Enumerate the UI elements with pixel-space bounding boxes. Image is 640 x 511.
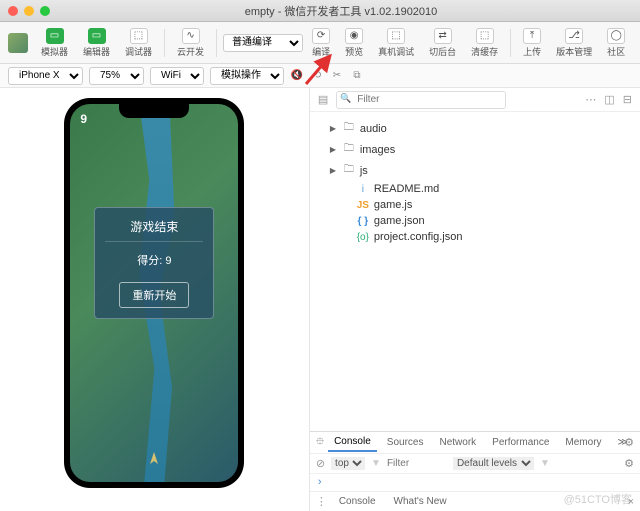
folder-icon: 🗀 bbox=[342, 120, 356, 137]
json-icon: { } bbox=[356, 216, 370, 227]
notch bbox=[119, 104, 189, 118]
preview-button[interactable]: ◉预览 bbox=[339, 26, 369, 60]
window-title: empty - 微信开发者工具 v1.02.1902010 bbox=[50, 3, 632, 19]
maximize-icon[interactable] bbox=[40, 6, 50, 16]
devtools-tabs: ⯐ Console Sources Network Performance Me… bbox=[310, 432, 640, 454]
folder-images[interactable]: ▶🗀images bbox=[310, 139, 640, 160]
js-icon: JS bbox=[356, 200, 370, 211]
split-icon[interactable]: ◫ bbox=[604, 93, 614, 106]
tab-console[interactable]: Console bbox=[328, 433, 377, 452]
game-screen[interactable]: 9 游戏结束 得分: 9 重新开始 bbox=[70, 104, 238, 482]
levels-select[interactable]: Default levels bbox=[453, 457, 534, 470]
avatar bbox=[8, 33, 28, 53]
upload-icon: ⤒ bbox=[523, 28, 541, 44]
sim-ops-select[interactable]: 模拟操作 bbox=[210, 67, 284, 85]
simulator-pane: 9 游戏结束 得分: 9 重新开始 bbox=[0, 88, 309, 511]
code-icon: ▭ bbox=[88, 28, 106, 44]
drawer-tab-whatsnew[interactable]: What's New bbox=[388, 493, 453, 510]
filter-input[interactable] bbox=[387, 458, 447, 469]
context-select[interactable]: top bbox=[331, 457, 365, 470]
traffic-lights bbox=[8, 6, 50, 16]
version-button[interactable]: ⎇版本管理 bbox=[550, 26, 598, 60]
console-output: › bbox=[310, 474, 640, 491]
eye-icon: ◉ bbox=[345, 28, 363, 44]
sub-toolbar: iPhone X 75% WiFi 模拟操作 🔇 ⟲ ✂ ⧉ bbox=[0, 64, 640, 88]
game-over-modal: 游戏结束 得分: 9 重新开始 bbox=[94, 207, 214, 319]
remote-debug-button[interactable]: ⬚真机调试 bbox=[372, 26, 420, 60]
background-button[interactable]: ⇄切后台 bbox=[423, 26, 462, 60]
tab-sources[interactable]: Sources bbox=[381, 434, 430, 451]
refresh-icon: ⟳ bbox=[312, 28, 330, 44]
switch-icon: ⇄ bbox=[434, 28, 452, 44]
simulator-button[interactable]: ▭模拟器 bbox=[35, 26, 74, 60]
config-icon: {o} bbox=[356, 232, 370, 243]
debugger-button[interactable]: ⬚调试器 bbox=[119, 26, 158, 60]
cloud-icon: ∿ bbox=[182, 28, 200, 44]
gear-icon[interactable]: ⚙ bbox=[624, 436, 634, 449]
workspace: 9 游戏结束 得分: 9 重新开始 ▤ ⋯ ◫ ⊟ ▶🗀audio ▶🗀imag… bbox=[0, 88, 640, 511]
community-button[interactable]: ◯社区 bbox=[601, 26, 631, 60]
file-project-config[interactable]: {o}project.config.json bbox=[310, 229, 640, 245]
close-icon[interactable] bbox=[8, 6, 18, 16]
editor-pane: ▤ ⋯ ◫ ⊟ ▶🗀audio ▶🗀images ▶🗀js iREADME.md… bbox=[309, 88, 640, 511]
editor-top-bar: ▤ ⋯ ◫ ⊟ bbox=[310, 88, 640, 112]
score-counter: 9 bbox=[80, 112, 87, 126]
settings-icon[interactable]: ⚙ bbox=[624, 457, 634, 470]
mute-icon[interactable]: 🔇 bbox=[290, 69, 304, 83]
cache-button[interactable]: ⬚清缓存 bbox=[465, 26, 504, 60]
phone-icon: ▭ bbox=[46, 28, 64, 44]
version-icon: ⎇ bbox=[565, 28, 583, 44]
remote-icon: ⬚ bbox=[387, 28, 405, 44]
file-readme[interactable]: iREADME.md bbox=[310, 181, 640, 197]
compile-button[interactable]: ⟳编译 bbox=[306, 26, 336, 60]
drawer-menu-icon[interactable]: ⋮ bbox=[316, 495, 327, 508]
inspect-icon[interactable]: ⯐ bbox=[316, 433, 324, 452]
drawer-tab-console[interactable]: Console bbox=[333, 493, 382, 510]
folder-icon: 🗀 bbox=[342, 141, 356, 158]
file-tree: ▶🗀audio ▶🗀images ▶🗀js iREADME.md JSgame.… bbox=[310, 112, 640, 431]
upload-button[interactable]: ⤒上传 bbox=[517, 26, 547, 60]
device-select[interactable]: iPhone X bbox=[8, 67, 83, 85]
zoom-select[interactable]: 75% bbox=[89, 67, 144, 85]
cut-icon[interactable]: ✂ bbox=[330, 69, 344, 83]
file-game-js[interactable]: JSgame.js bbox=[310, 197, 640, 213]
trash-icon: ⬚ bbox=[476, 28, 494, 44]
bug-icon: ⬚ bbox=[130, 28, 148, 44]
tab-memory[interactable]: Memory bbox=[559, 434, 607, 451]
file-game-json[interactable]: { }game.json bbox=[310, 213, 640, 229]
folder-icon: 🗀 bbox=[342, 162, 356, 179]
phone-frame: 9 游戏结束 得分: 9 重新开始 bbox=[64, 98, 244, 488]
restart-button[interactable]: 重新开始 bbox=[119, 282, 189, 308]
editor-button[interactable]: ▭编辑器 bbox=[77, 26, 116, 60]
search-input[interactable] bbox=[336, 91, 506, 109]
clear-icon[interactable]: ⊘ bbox=[316, 457, 325, 470]
titlebar: empty - 微信开发者工具 v1.02.1902010 bbox=[0, 0, 640, 22]
rotate-icon[interactable]: ⟲ bbox=[310, 69, 324, 83]
compile-mode-select[interactable]: 普通编译 bbox=[223, 34, 303, 52]
tab-network[interactable]: Network bbox=[433, 434, 482, 451]
score-label: 得分: 9 bbox=[105, 252, 203, 268]
network-select[interactable]: WiFi bbox=[150, 67, 204, 85]
folder-audio[interactable]: ▶🗀audio bbox=[310, 118, 640, 139]
explorer-icon[interactable]: ▤ bbox=[318, 93, 328, 106]
watermark: @51CTO博客 bbox=[564, 491, 632, 507]
tab-performance[interactable]: Performance bbox=[486, 434, 555, 451]
cloud-button[interactable]: ∿云开发 bbox=[171, 26, 210, 60]
main-toolbar: ▭模拟器 ▭编辑器 ⬚调试器 ∿云开发 普通编译 ⟳编译 ◉预览 ⬚真机调试 ⇄… bbox=[0, 22, 640, 64]
popout-icon[interactable]: ⧉ bbox=[350, 69, 364, 83]
community-icon: ◯ bbox=[607, 28, 625, 44]
game-over-title: 游戏结束 bbox=[105, 218, 203, 242]
minimize-icon[interactable] bbox=[24, 6, 34, 16]
console-controls: ⊘ top ▼ Default levels ▼ ⚙ bbox=[310, 454, 640, 474]
collapse-icon[interactable]: ⊟ bbox=[623, 93, 632, 106]
markdown-icon: i bbox=[356, 184, 370, 195]
folder-js[interactable]: ▶🗀js bbox=[310, 160, 640, 181]
plane-icon bbox=[144, 450, 164, 470]
more-icon[interactable]: ⋯ bbox=[585, 93, 596, 106]
